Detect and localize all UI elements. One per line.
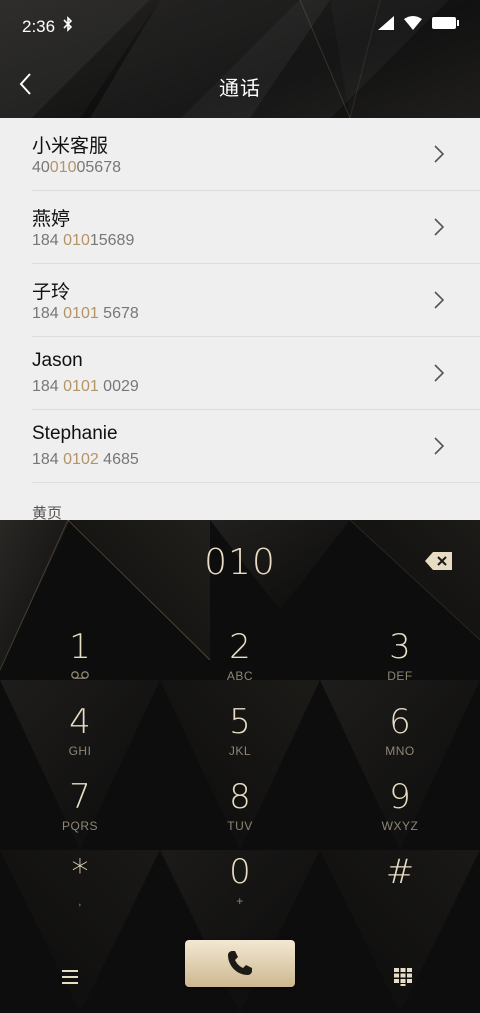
status-bar: 2:36 [0, 0, 480, 52]
battery-icon [432, 16, 460, 35]
key-2[interactable]: 2 ABC [160, 623, 320, 698]
keypad-icon [394, 968, 412, 986]
contact-number: 184 0101 5678 [32, 305, 139, 322]
backspace-button[interactable] [424, 550, 454, 572]
bluetooth-icon [63, 16, 73, 37]
dialed-number-display: 010 [204, 542, 276, 583]
key-9[interactable]: 9 WXYZ [320, 773, 480, 848]
chevron-right-icon [434, 437, 444, 455]
contact-item[interactable]: 子玲 184 0101 5678 [0, 264, 480, 337]
key-letters: DEF [387, 669, 413, 683]
app-header: 2:36 通话 [0, 0, 480, 118]
keypad-toggle-button[interactable] [394, 968, 416, 990]
key-letters: , [78, 894, 82, 908]
nav-bar: 通话 [0, 60, 480, 108]
key-digit: 7 [69, 777, 91, 817]
key-star[interactable]: * , [0, 848, 160, 923]
key-digit: 5 [229, 702, 251, 742]
voicemail-icon [0, 669, 160, 683]
key-letters: ABC [226, 669, 254, 683]
contact-item[interactable]: Jason 184 0101 0029 [0, 337, 480, 410]
phone-icon [228, 951, 252, 975]
key-6[interactable]: 6 MNO [320, 698, 480, 773]
number-match-highlight: 0102 [63, 451, 99, 468]
chevron-right-icon [434, 218, 444, 236]
contact-item[interactable]: 小米客服 4001005678 [0, 118, 480, 191]
key-letters: + [236, 894, 244, 908]
menu-icon [62, 970, 78, 984]
key-digit: 0 [229, 852, 251, 892]
yellow-pages-section-label: 黄页 [32, 505, 63, 520]
key-7[interactable]: 7 PQRS [0, 773, 160, 848]
key-digit: 1 [69, 627, 91, 667]
key-digit: 2 [229, 627, 251, 667]
dialer-action-bar [0, 936, 480, 1013]
chevron-right-icon [434, 364, 444, 382]
key-letters: GHI [68, 744, 92, 758]
key-digit: 6 [389, 702, 411, 742]
contact-name: 子玲 [32, 282, 71, 303]
signal-icon [378, 16, 394, 35]
key-8[interactable]: 8 TUV [160, 773, 320, 848]
key-5[interactable]: 5 JKL [160, 698, 320, 773]
key-3[interactable]: 3 DEF [320, 623, 480, 698]
key-0[interactable]: 0 + [160, 848, 320, 923]
key-letters: MNO [385, 744, 415, 758]
number-match-highlight: 0101 [63, 378, 99, 395]
contact-item[interactable]: 燕婷 184 01015689 [0, 191, 480, 264]
contact-name: 小米客服 [32, 136, 109, 157]
key-letters: TUV [227, 819, 253, 833]
key-letters: PQRS [61, 819, 98, 833]
contact-name: Stephanie [32, 423, 118, 444]
key-digit: 9 [389, 777, 411, 817]
contact-name: Jason [32, 350, 83, 371]
contact-name: 燕婷 [32, 209, 71, 230]
call-button[interactable] [185, 940, 295, 987]
key-letters [320, 894, 480, 908]
number-match-highlight: 010 [63, 232, 90, 249]
key-digit: # [385, 852, 415, 892]
key-digit: 4 [69, 702, 91, 742]
key-digit: 8 [229, 777, 251, 817]
chevron-right-icon [434, 145, 444, 163]
contact-item[interactable]: Stephanie 184 0102 4685 [0, 410, 480, 483]
dial-pad: 010 1 2 ABC 3 DEF 4 GHI 5 JKL 6 MNO 7 PQ… [0, 520, 480, 1013]
divider [32, 482, 480, 483]
contact-suggestion-list: 小米客服 4001005678 燕婷 184 01015689 子玲 184 0… [0, 118, 480, 520]
key-1[interactable]: 1 [0, 623, 160, 698]
backspace-icon [425, 552, 452, 570]
key-digit: * [71, 852, 89, 892]
status-time: 2:36 [22, 17, 56, 36]
key-4[interactable]: 4 GHI [0, 698, 160, 773]
key-hash[interactable]: # [320, 848, 480, 923]
page-title: 通话 [219, 78, 261, 100]
key-letters: WXYZ [381, 819, 419, 833]
contact-number: 184 0101 0029 [32, 378, 139, 395]
key-letters: JKL [228, 744, 252, 758]
chevron-right-icon [434, 291, 444, 309]
status-icons [378, 16, 460, 35]
contact-number: 4001005678 [32, 159, 121, 176]
contact-number: 184 01015689 [32, 232, 135, 249]
contact-number: 184 0102 4685 [32, 451, 139, 468]
wifi-icon [404, 16, 422, 35]
key-digit: 3 [389, 627, 411, 667]
menu-button[interactable] [60, 968, 86, 990]
number-match-highlight: 0101 [63, 305, 99, 322]
number-match-highlight: 010 [49, 159, 77, 176]
